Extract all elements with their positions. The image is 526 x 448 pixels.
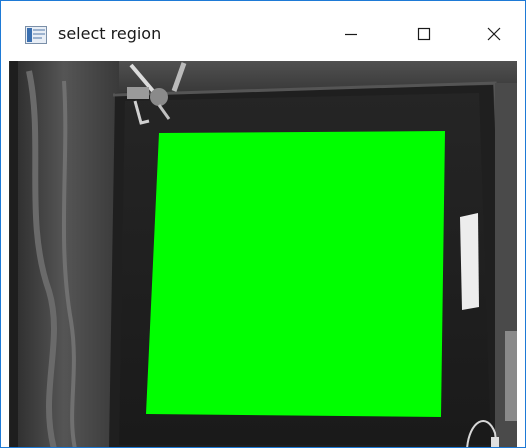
selected-region[interactable] [146, 131, 445, 417]
opencv-window-icon [25, 26, 47, 44]
maximize-icon [417, 26, 431, 45]
window-title: select region [58, 24, 162, 43]
bottom-connector [491, 437, 499, 447]
minimize-button[interactable] [328, 13, 374, 57]
right-object [505, 331, 517, 421]
app-window: select region [0, 0, 526, 448]
maximize-button[interactable] [401, 13, 447, 57]
close-button[interactable] [471, 13, 517, 57]
image-canvas[interactable] [9, 61, 517, 447]
minimize-icon [344, 26, 358, 45]
close-icon [487, 26, 501, 45]
title-bar[interactable]: select region [1, 1, 525, 61]
white-label [460, 213, 479, 310]
